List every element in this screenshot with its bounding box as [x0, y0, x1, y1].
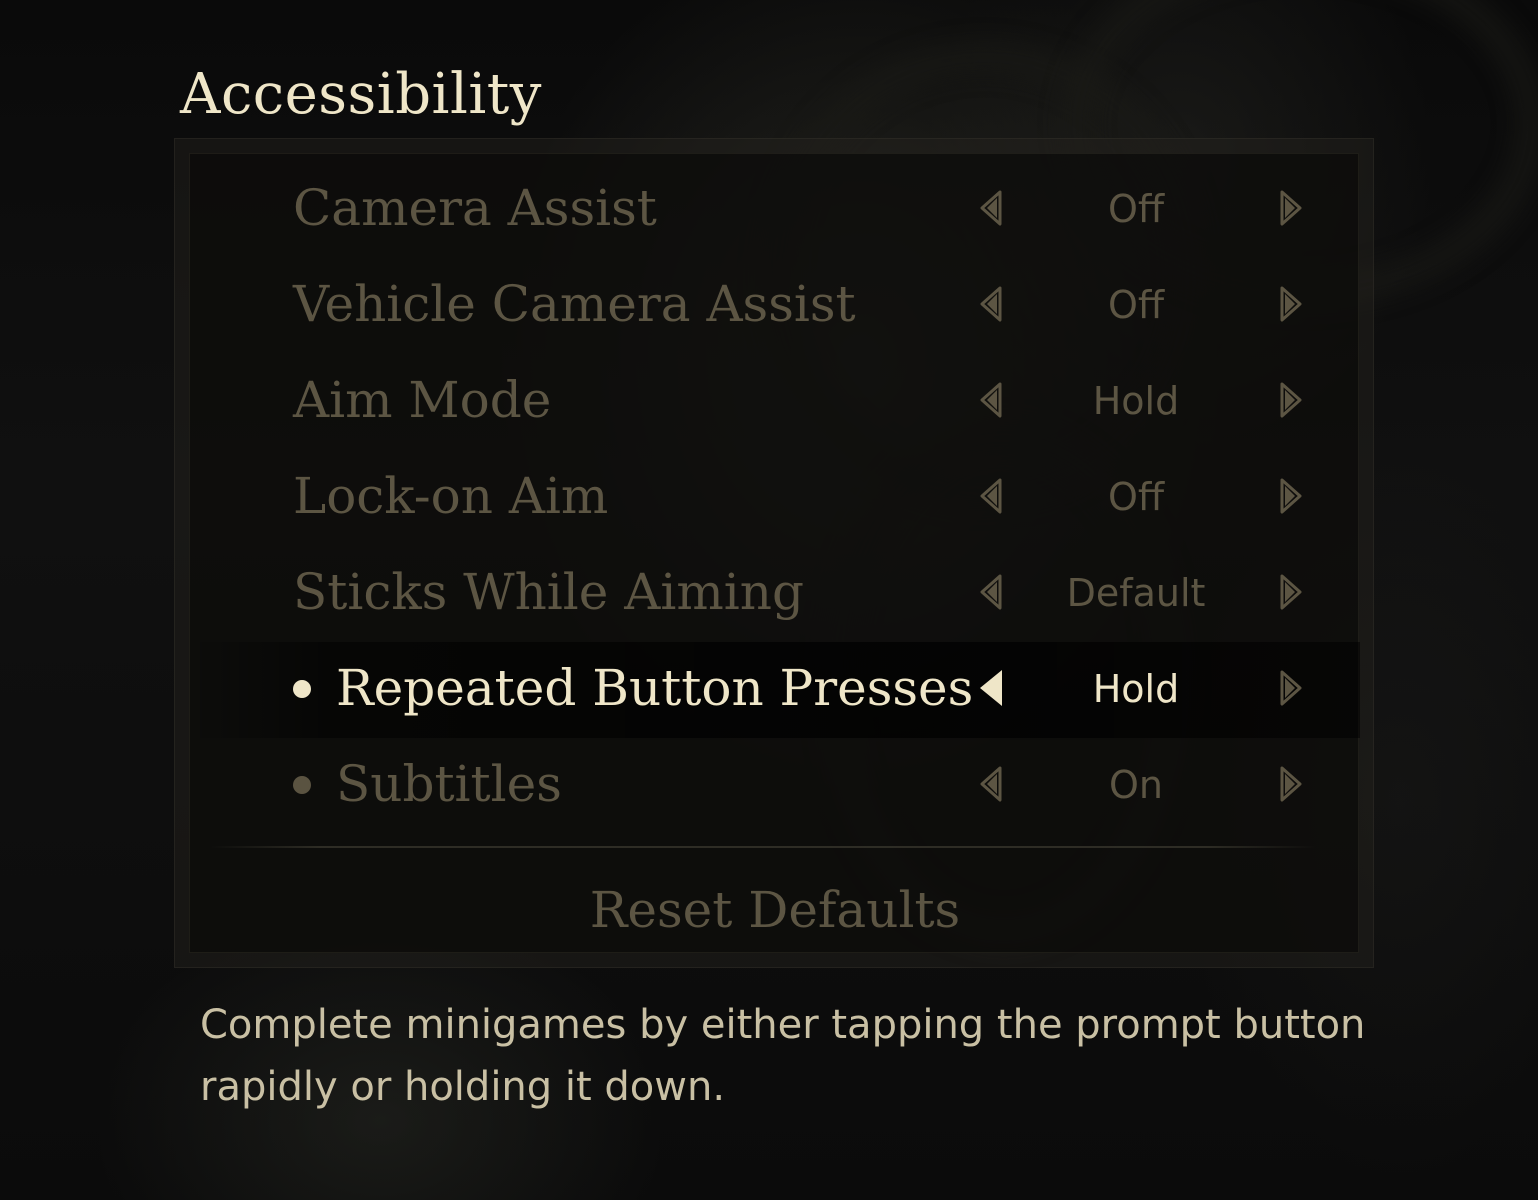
- setting-value: Off: [1107, 283, 1165, 327]
- triangle-right-icon[interactable]: [1276, 284, 1304, 324]
- bullet-dot-icon: [293, 776, 311, 794]
- setting-row-aim-mode[interactable]: Aim Mode Hold: [190, 354, 1360, 450]
- setting-value: On: [1109, 763, 1163, 807]
- setting-value: Hold: [1092, 667, 1180, 711]
- divider: [210, 846, 1316, 848]
- settings-panel: Camera Assist Off Vehicle Camera Assist …: [174, 138, 1374, 968]
- bullet-dot-icon: [293, 680, 311, 698]
- setting-value: Hold: [1092, 379, 1180, 423]
- triangle-right-icon[interactable]: [1276, 476, 1304, 516]
- triangle-left-icon[interactable]: [978, 572, 1006, 612]
- settings-list: Camera Assist Off Vehicle Camera Assist …: [189, 153, 1360, 953]
- setting-label: Aim Mode: [293, 371, 552, 429]
- setting-label: Vehicle Camera Assist: [293, 275, 856, 333]
- triangle-left-icon[interactable]: [978, 476, 1006, 516]
- setting-label: Sticks While Aiming: [293, 563, 804, 621]
- triangle-left-icon[interactable]: [978, 764, 1006, 804]
- triangle-left-icon[interactable]: [978, 188, 1006, 228]
- setting-value: Default: [1066, 571, 1206, 615]
- setting-value: Off: [1107, 475, 1165, 519]
- triangle-right-icon[interactable]: [1276, 764, 1304, 804]
- setting-row-subtitles[interactable]: Subtitles On: [190, 738, 1360, 834]
- reset-defaults-button[interactable]: Reset Defaults: [190, 878, 1360, 942]
- setting-value: Off: [1107, 187, 1165, 231]
- triangle-right-icon[interactable]: [1276, 572, 1304, 612]
- setting-row-sticks-while-aiming[interactable]: Sticks While Aiming Default: [190, 546, 1360, 642]
- setting-row-camera-assist[interactable]: Camera Assist Off: [190, 162, 1360, 258]
- setting-label: Repeated Button Presses: [336, 659, 974, 717]
- setting-label: Camera Assist: [293, 179, 657, 237]
- triangle-left-icon[interactable]: [978, 284, 1006, 324]
- setting-description: Complete minigames by either tapping the…: [200, 1002, 1366, 1110]
- triangle-right-icon[interactable]: [1276, 380, 1304, 420]
- setting-label: Lock-on Aim: [293, 467, 609, 525]
- setting-row-vehicle-camera-assist[interactable]: Vehicle Camera Assist Off: [190, 258, 1360, 354]
- triangle-right-icon[interactable]: [1276, 668, 1304, 708]
- triangle-left-icon[interactable]: [978, 380, 1006, 420]
- page-title: Accessibility: [180, 62, 542, 127]
- triangle-right-icon[interactable]: [1276, 188, 1304, 228]
- setting-row-repeated-button-presses[interactable]: Repeated Button Presses Hold: [190, 642, 1360, 738]
- setting-row-lock-on-aim[interactable]: Lock-on Aim Off: [190, 450, 1360, 546]
- setting-label: Subtitles: [336, 755, 562, 813]
- triangle-left-icon[interactable]: [978, 668, 1006, 708]
